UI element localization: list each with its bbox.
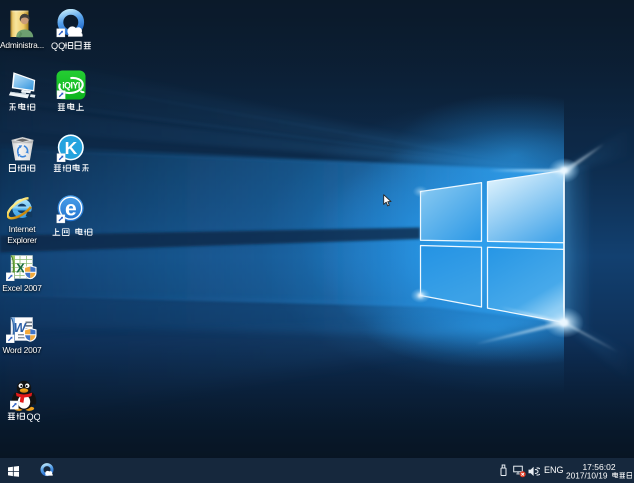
svg-text:2017/10/19: 2017/10/19: [566, 471, 608, 481]
svg-text:QQ: QQ: [26, 412, 40, 422]
svg-text:QQ: QQ: [51, 40, 65, 50]
svg-text:e: e: [65, 197, 77, 220]
svg-text:K: K: [65, 138, 78, 158]
svg-text:iQIYI: iQIYI: [62, 80, 80, 90]
svg-text:X: X: [16, 261, 25, 276]
